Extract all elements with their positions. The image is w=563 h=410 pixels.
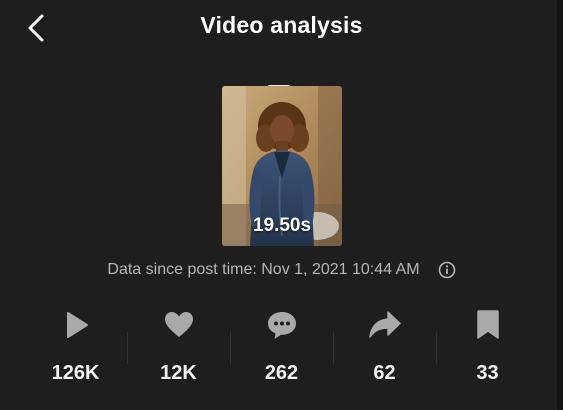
video-duration: 19.50s (252, 215, 312, 236)
info-icon[interactable] (438, 261, 456, 279)
comment-icon (265, 308, 299, 342)
heart-icon (162, 308, 196, 342)
stats-row: 126K 12K 262 62 33 (24, 308, 539, 398)
stat-comments-value: 262 (264, 362, 299, 384)
play-icon (59, 308, 93, 342)
stat-likes: 12K (127, 308, 230, 398)
stat-likes-value: 12K (160, 362, 197, 384)
bookmark-icon (471, 308, 505, 342)
video-thumbnail[interactable]: 19.50s (222, 86, 342, 246)
stat-shares: 62 (333, 308, 436, 398)
post-time-text: Data since post time: Nov 1, 2021 10:44 … (107, 261, 420, 278)
stat-comments: 262 (230, 308, 333, 398)
share-icon (368, 308, 402, 342)
stat-shares-value: 62 (373, 362, 396, 384)
post-time-row: Data since post time: Nov 1, 2021 10:44 … (0, 261, 563, 279)
stat-views-value: 126K (51, 362, 100, 384)
page-title: Video analysis (200, 12, 363, 38)
video-analysis-screen: Video analysis 19.50s Data since post ti… (0, 0, 563, 410)
right-edge (557, 0, 563, 410)
stat-saves: 33 (436, 308, 539, 398)
stat-saves-value: 33 (476, 362, 499, 384)
stat-views: 126K (24, 308, 127, 398)
